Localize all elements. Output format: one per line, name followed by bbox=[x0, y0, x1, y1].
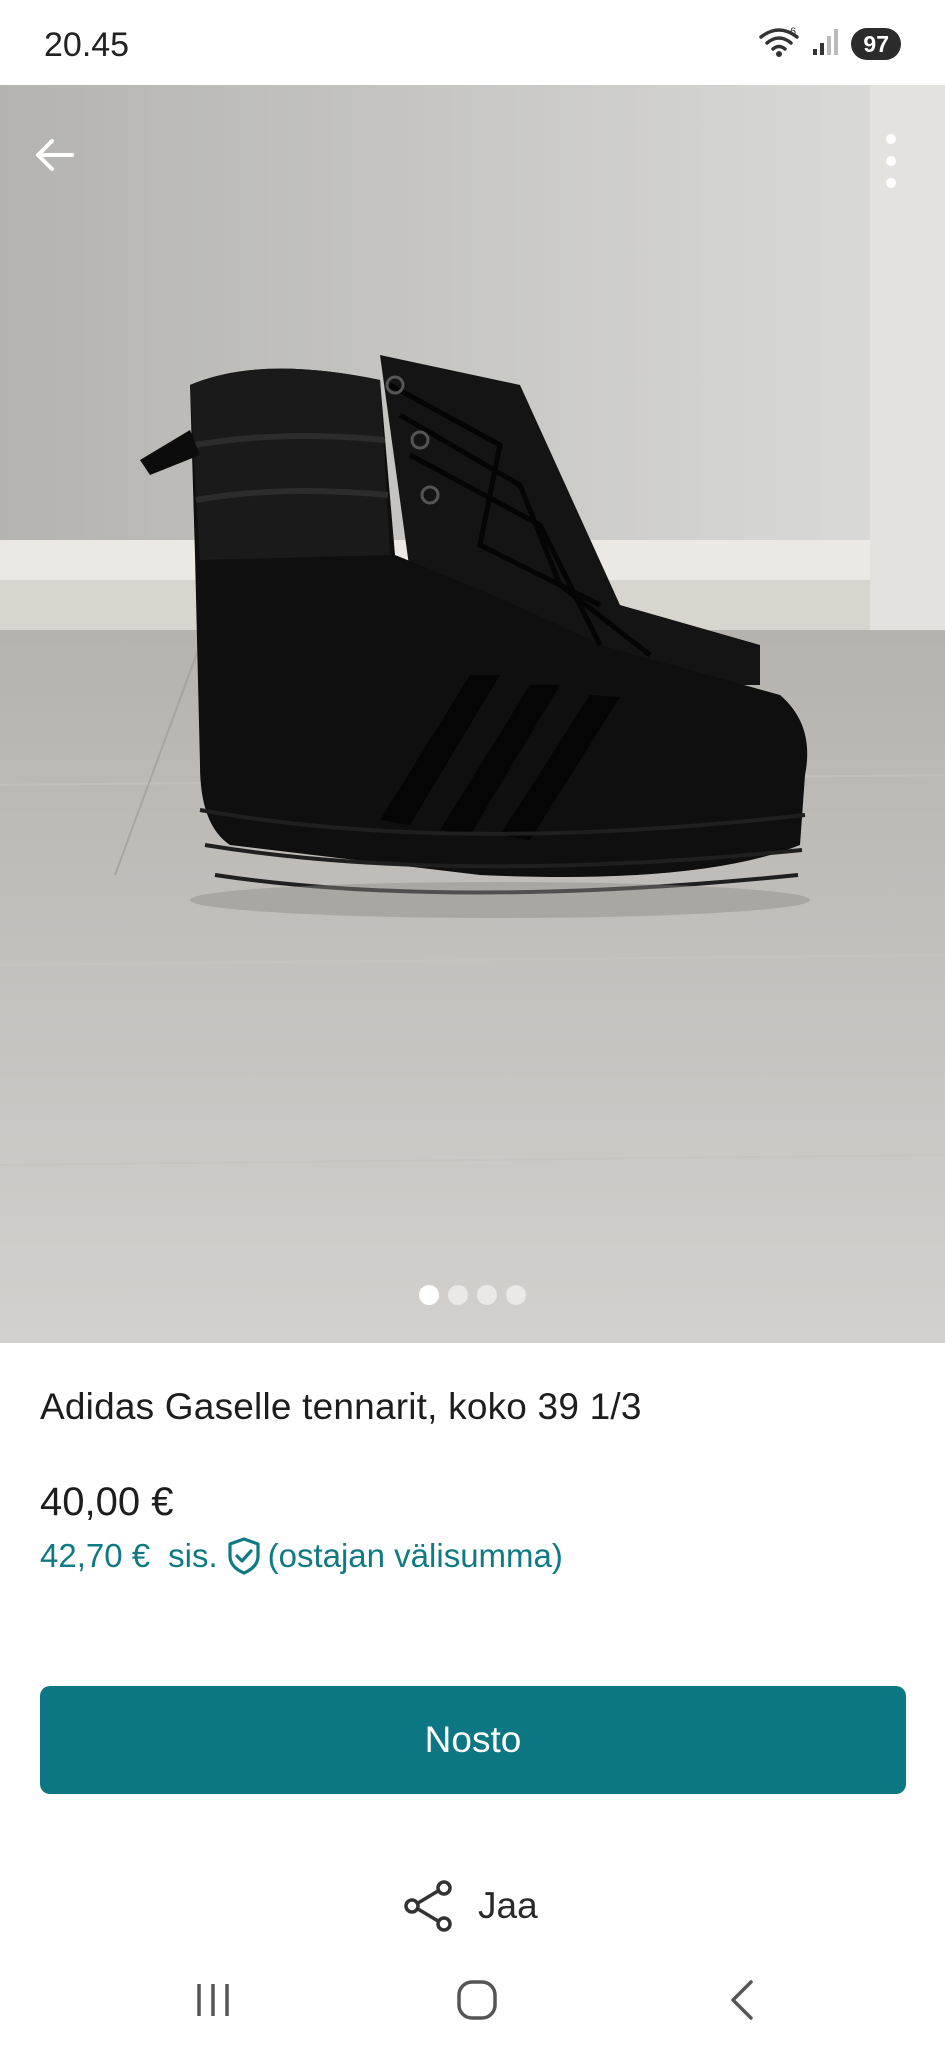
nav-back-button[interactable] bbox=[702, 1970, 782, 2030]
product-image-carousel[interactable] bbox=[0, 85, 945, 1343]
more-vertical-icon bbox=[886, 134, 896, 188]
carousel-indicator bbox=[0, 1285, 945, 1305]
carousel-dot[interactable] bbox=[477, 1285, 497, 1305]
wifi-icon: 6 bbox=[757, 25, 801, 64]
more-options-button[interactable] bbox=[859, 123, 923, 199]
buyer-includes-label: sis. bbox=[168, 1537, 218, 1574]
nav-back-icon bbox=[731, 1980, 753, 2020]
buyer-subtotal-note: (ostajan välisumma) bbox=[267, 1537, 563, 1574]
carousel-dot[interactable] bbox=[419, 1285, 439, 1305]
carousel-dot[interactable] bbox=[448, 1285, 468, 1305]
recents-icon bbox=[197, 1984, 229, 2016]
back-arrow-icon bbox=[36, 139, 74, 171]
listing-title: Adidas Gaselle tennarit, koko 39 1/3 bbox=[40, 1386, 642, 1427]
system-navigation-bar bbox=[0, 1950, 945, 2048]
share-label: Jaa bbox=[478, 1885, 538, 1926]
shield-check-icon bbox=[226, 1536, 262, 1576]
status-icons: 6 97 bbox=[757, 26, 901, 62]
carousel-dot[interactable] bbox=[506, 1285, 526, 1305]
home-icon bbox=[457, 1980, 497, 2020]
share-icon bbox=[404, 1880, 452, 1932]
listing-price: 40,00 € bbox=[40, 1480, 174, 1524]
signal-icon bbox=[811, 27, 841, 62]
home-button[interactable] bbox=[437, 1970, 517, 2030]
buyer-total-row[interactable]: 42,70 € sis. (ostajan välisumma) bbox=[40, 1534, 563, 1578]
recents-button[interactable] bbox=[173, 1970, 253, 2030]
status-bar: 20.45 6 97 bbox=[0, 0, 945, 85]
buyer-total: 42,70 € bbox=[40, 1537, 151, 1574]
boost-button[interactable]: Nosto bbox=[40, 1686, 906, 1794]
battery-badge: 97 bbox=[851, 28, 901, 60]
share-button[interactable]: Jaa bbox=[404, 1876, 538, 1936]
status-time: 20.45 bbox=[44, 26, 130, 64]
back-button[interactable] bbox=[22, 123, 86, 187]
wifi-badge: 6 bbox=[790, 26, 796, 38]
product-photo bbox=[0, 85, 945, 1343]
